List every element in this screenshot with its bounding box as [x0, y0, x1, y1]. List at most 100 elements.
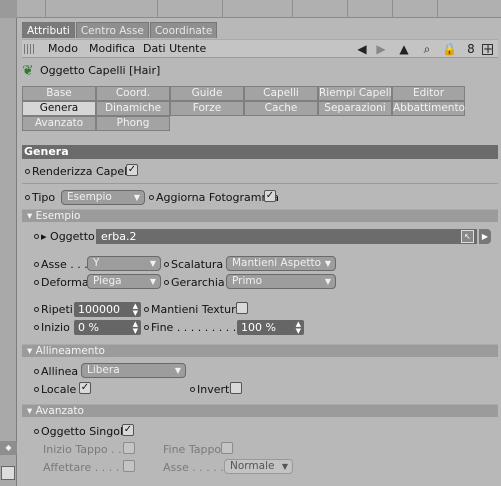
menu-toolbar: Modo Modifica Dati Utente ◀ ▶ ▲ ⌕ 🔒 8 + [22, 39, 498, 58]
object-link-field[interactable]: erba.2 ↖ [96, 229, 477, 244]
taper-checkbox[interactable] [123, 460, 135, 472]
render-hair-label: Renderizza Capelli [25, 165, 133, 178]
tab-coordinate[interactable]: Coordinate [149, 22, 218, 38]
update-frame-label: Aggiorna Fotogramma [149, 191, 279, 204]
tab-attributi[interactable]: Attributi [22, 22, 75, 38]
start-label: Inizio [34, 321, 70, 334]
align-label: Allinea [34, 365, 78, 378]
animation-dot-icon[interactable] [149, 195, 154, 200]
animation-dot-icon[interactable] [144, 325, 149, 330]
render-hair-checkbox[interactable]: ✓ [126, 164, 138, 176]
search-icon[interactable]: ⌕ [420, 42, 434, 56]
tab-forze[interactable]: Forze [170, 101, 244, 116]
keep-texture-label: Mantieni Texture [144, 303, 242, 316]
new-window-icon[interactable]: + [482, 43, 493, 55]
start-cap-checkbox[interactable] [123, 442, 135, 454]
animation-dot-icon[interactable] [34, 280, 39, 285]
tab-guide[interactable]: Guide [170, 86, 244, 101]
animation-dot-icon[interactable] [34, 234, 39, 239]
grip-icon [24, 44, 36, 54]
tab-phong[interactable]: Phong [96, 116, 170, 131]
animation-dot-icon[interactable] [25, 195, 30, 200]
update-frame-checkbox[interactable]: ✓ [264, 190, 276, 202]
scale-label: Scalatura [164, 258, 223, 271]
animation-dot-icon[interactable] [34, 369, 39, 374]
animation-dot-icon[interactable] [144, 307, 149, 312]
menu-modifica[interactable]: Modifica [89, 42, 135, 55]
animation-dot-icon[interactable] [34, 325, 39, 330]
section-title: Genera [22, 145, 498, 159]
menu-dati-utente[interactable]: Dati Utente [143, 42, 206, 55]
chevron-down-icon: ▼ [324, 259, 331, 268]
tab-genera[interactable]: Genera [22, 101, 96, 116]
axis-dropdown[interactable]: Y ▼ [87, 256, 161, 271]
tab-base[interactable]: Base [22, 86, 96, 101]
group-avanzato[interactable]: ▾ Avanzato [22, 404, 498, 417]
up-arrow-icon[interactable]: ▲ [397, 42, 411, 56]
attribute-manager: Attributi Centro Asse Coordinate Modo Mo… [17, 18, 501, 486]
animation-dot-icon[interactable] [164, 280, 169, 285]
object-label: ▸ Oggetto [34, 230, 95, 243]
object-title: Oggetto Capelli [Hair] [40, 64, 161, 77]
deform-dropdown[interactable]: Piega ▼ [87, 274, 161, 289]
link-menu-arrow-icon[interactable]: ▶ [479, 229, 491, 244]
axis2-dropdown[interactable]: Normale ▼ [224, 459, 293, 474]
stepper-icon[interactable]: ▲ ▼ [133, 321, 138, 335]
document-icon[interactable] [1, 466, 15, 480]
axis2-label: Asse . . . . . . [163, 461, 231, 474]
invert-checkbox[interactable] [230, 382, 242, 394]
chevron-down-icon: ▼ [133, 193, 140, 202]
repeat-label: Ripeti [34, 303, 73, 316]
start-input[interactable]: 0 % ▲ ▼ [74, 320, 141, 335]
tab-dinamiche[interactable]: Dinamiche [96, 101, 170, 116]
chevron-down-icon: ▼ [149, 277, 156, 286]
group-esempio[interactable]: ▾ Esempio [22, 209, 498, 222]
chevron-down-icon: ▼ [281, 462, 288, 471]
stepper-icon[interactable]: ▲ ▼ [133, 303, 138, 317]
tipo-label: Tipo [25, 191, 55, 204]
animation-dot-icon[interactable] [190, 387, 195, 392]
forward-arrow-icon[interactable]: ▶ [374, 42, 388, 56]
animation-dot-icon[interactable] [34, 429, 39, 434]
pick-object-icon[interactable]: ↖ [461, 230, 474, 243]
end-label: Fine . . . . . . . . . [144, 321, 236, 334]
tab-editor[interactable]: Editor [392, 86, 465, 101]
tab-cache[interactable]: Cache [244, 101, 318, 116]
animation-dot-icon[interactable] [34, 387, 39, 392]
group-allineamento[interactable]: ▾ Allineamento [22, 344, 498, 357]
stepper-icon[interactable]: ▲ ▼ [296, 321, 301, 335]
animation-dot-icon[interactable] [34, 307, 39, 312]
local-checkbox[interactable]: ✓ [79, 382, 91, 394]
end-cap-checkbox[interactable] [221, 442, 233, 454]
back-arrow-icon[interactable]: ◀ [355, 42, 369, 56]
divider [22, 183, 498, 184]
hair-object-icon: ❦ [22, 63, 34, 79]
axis-label: Asse . . . [34, 258, 88, 271]
tipo-dropdown[interactable]: Esempio ▼ [61, 190, 145, 205]
tab-capelli[interactable]: Capelli [244, 86, 318, 101]
tab-centro-asse[interactable]: Centro Asse [75, 22, 149, 38]
scale-dropdown[interactable]: Mantieni Aspetto ▼ [226, 256, 336, 271]
chevron-down-icon: ▼ [324, 277, 331, 286]
lock-icon[interactable]: 🔒 [442, 42, 457, 56]
repeat-input[interactable]: 100000 ▲ ▼ [74, 302, 141, 317]
link-icon[interactable]: 8 [464, 42, 478, 56]
align-dropdown[interactable]: Libera ▼ [81, 363, 186, 378]
chevron-icon[interactable]: ◆ [0, 441, 17, 455]
end-input[interactable]: 100 % ▲ ▼ [237, 320, 304, 335]
taper-label: Affettare . . . . . . [43, 461, 134, 474]
single-object-checkbox[interactable]: ✓ [122, 424, 134, 436]
animation-dot-icon[interactable] [25, 169, 30, 174]
tab-avanzato[interactable]: Avanzato [22, 116, 96, 131]
keep-texture-checkbox[interactable] [236, 302, 248, 314]
single-object-label: Oggetto Singolo [34, 425, 130, 438]
hierarchy-dropdown[interactable]: Primo ▼ [226, 274, 336, 289]
chevron-down-icon: ▼ [149, 259, 156, 268]
tab-separazioni[interactable]: Separazioni [318, 101, 392, 116]
tab-abbattimento[interactable]: Abbattimento [392, 101, 465, 116]
animation-dot-icon[interactable] [34, 262, 39, 267]
menu-modo[interactable]: Modo [48, 42, 78, 55]
animation-dot-icon[interactable] [164, 262, 169, 267]
tab-coord[interactable]: Coord. [96, 86, 170, 101]
tab-riempi-capelli[interactable]: Riempi Capelli [318, 86, 394, 101]
